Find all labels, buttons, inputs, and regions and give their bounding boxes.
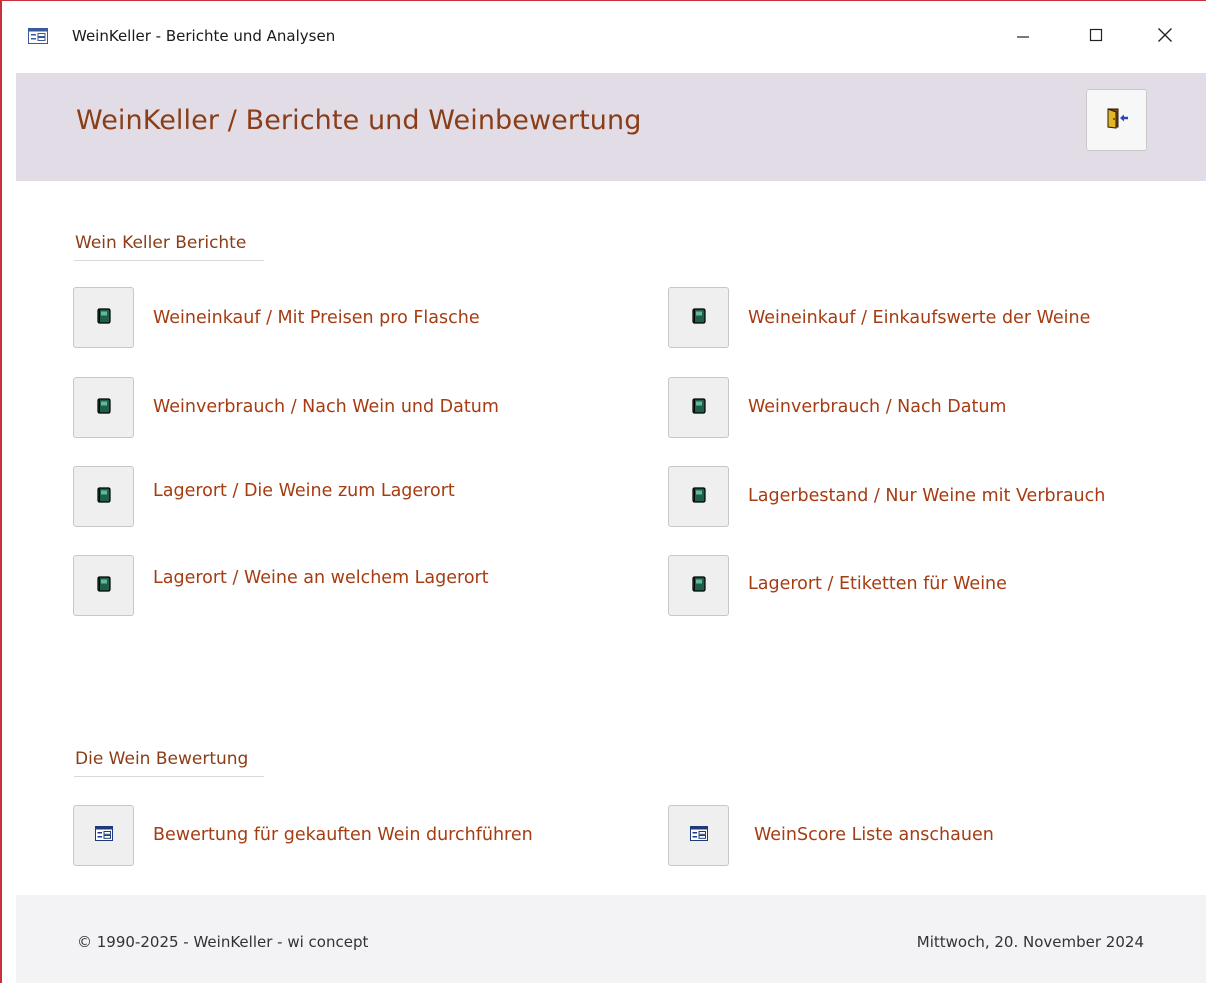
rating-label[interactable]: WeinScore Liste anschauen [754, 825, 994, 845]
section-title-reports: Wein Keller Berichte [75, 233, 247, 253]
report-button-lagerort-weine[interactable] [73, 466, 134, 527]
report-label[interactable]: Weineinkauf / Mit Preisen pro Flasche [153, 308, 480, 328]
close-icon [1158, 28, 1172, 42]
date-text: Mittwoch, 20. November 2024 [916, 933, 1144, 951]
app-window: WeinKeller - Berichte und Analysen WeinK… [0, 0, 1206, 983]
report-button-lagerort-welcher[interactable] [73, 555, 134, 616]
report-book-icon [691, 575, 706, 596]
report-button-etiketten[interactable] [668, 555, 729, 616]
report-book-icon [691, 307, 706, 328]
report-label[interactable]: Lagerort / Etiketten für Weine [748, 574, 1007, 594]
copyright-text: © 1990-2025 - WeinKeller - wi concept [77, 933, 369, 951]
report-book-icon [691, 486, 706, 507]
page-title: WeinKeller / Berichte und Weinbewertung [76, 105, 642, 136]
maximize-button[interactable] [1073, 15, 1119, 55]
title-bar[interactable]: WeinKeller - Berichte und Analysen [2, 1, 1206, 73]
footer: © 1990-2025 - WeinKeller - wi concept Mi… [16, 895, 1206, 983]
rating-button-bewertung[interactable] [73, 805, 134, 866]
form-icon [28, 28, 48, 44]
report-button-weineinkauf-werte[interactable] [668, 287, 729, 348]
exit-door-icon [1105, 107, 1129, 133]
rating-button-weinscore[interactable] [668, 805, 729, 866]
report-book-icon [691, 397, 706, 418]
report-button-weinverbrauch-datum[interactable] [668, 377, 729, 438]
report-button-weineinkauf-preise[interactable] [73, 287, 134, 348]
report-label[interactable]: Weinverbrauch / Nach Datum [748, 397, 1006, 417]
form-icon [94, 826, 113, 845]
report-book-icon [96, 397, 111, 418]
report-label[interactable]: Lagerort / Weine an welchem Lagerort [153, 568, 489, 588]
section-divider [74, 260, 264, 261]
header-band: WeinKeller / Berichte und Weinbewertung [16, 73, 1206, 181]
report-button-lagerbestand[interactable] [668, 466, 729, 527]
report-button-weinverbrauch-wein-datum[interactable] [73, 377, 134, 438]
report-book-icon [96, 486, 111, 507]
report-book-icon [96, 307, 111, 328]
report-label[interactable]: Weineinkauf / Einkaufswerte der Weine [748, 308, 1090, 328]
report-label[interactable]: Lagerort / Die Weine zum Lagerort [153, 481, 455, 501]
rating-label[interactable]: Bewertung für gekauften Wein durchführen [153, 825, 533, 845]
window-title: WeinKeller - Berichte und Analysen [72, 27, 336, 45]
report-book-icon [96, 575, 111, 596]
report-label[interactable]: Lagerbestand / Nur Weine mit Verbrauch [748, 486, 1105, 506]
section-divider [74, 776, 264, 777]
maximize-icon [1089, 28, 1103, 42]
form-icon [689, 826, 708, 845]
close-button[interactable] [1142, 15, 1188, 55]
section-title-rating: Die Wein Bewertung [75, 749, 249, 769]
minimize-button[interactable] [1000, 15, 1046, 55]
exit-button[interactable] [1086, 89, 1147, 151]
report-label[interactable]: Weinverbrauch / Nach Wein und Datum [153, 397, 499, 417]
minimize-icon [1017, 36, 1029, 38]
